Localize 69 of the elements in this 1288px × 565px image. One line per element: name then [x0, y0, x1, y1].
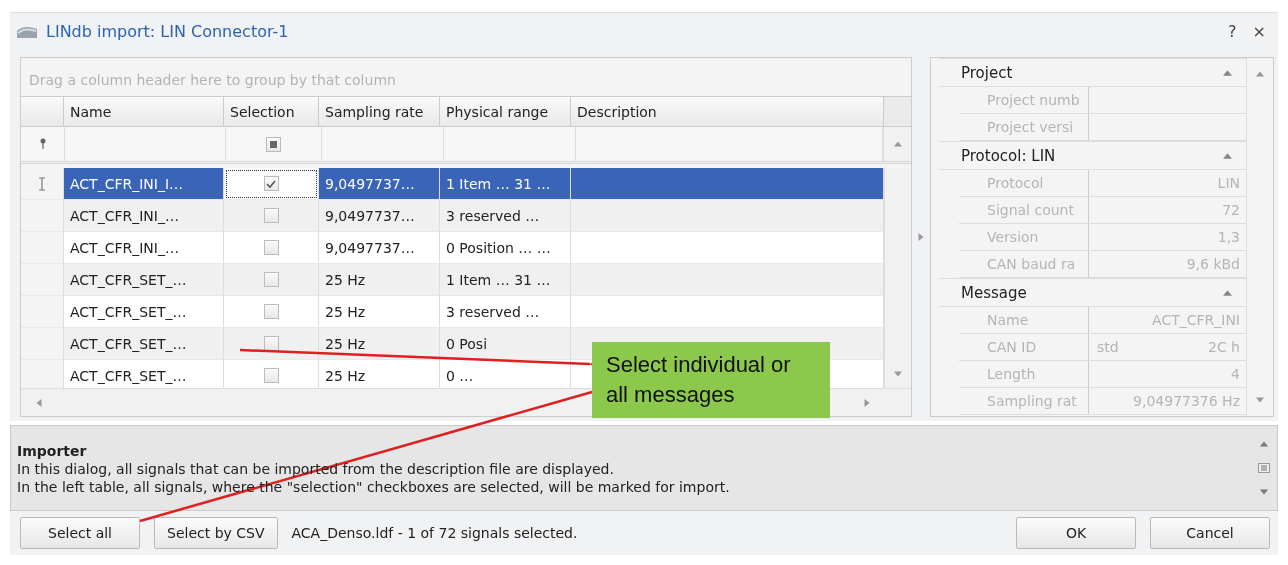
- scroll-down-icon[interactable]: [894, 370, 902, 378]
- scroll-thumb-icon[interactable]: [1258, 463, 1270, 473]
- scroll-down-icon[interactable]: [1256, 396, 1264, 404]
- selection-checkbox[interactable]: [263, 176, 279, 191]
- table-row[interactable]: ACT_CFR_INI_… 9,0497737… 0 Position … …: [21, 232, 884, 264]
- scroll-up-icon[interactable]: [1260, 439, 1268, 448]
- selection-checkbox[interactable]: [263, 240, 279, 255]
- help-button[interactable]: ?: [1224, 21, 1241, 41]
- column-header[interactable]: Name: [64, 97, 224, 127]
- selection-checkbox[interactable]: [263, 208, 279, 223]
- table-cell: ACT_CFR_INI_I…: [64, 168, 224, 200]
- property-label: Sampling rat: [959, 388, 1089, 414]
- selection-checkbox[interactable]: [263, 304, 279, 319]
- filter-checkbox[interactable]: [266, 136, 281, 152]
- group-panel-hint: Drag a column header here to group by that column: [28, 71, 397, 90]
- collapse-icon[interactable]: [1223, 69, 1232, 76]
- description-text: In the left table, all signals, where the "selection" checkboxes are selected, will be marked for import.: [17, 478, 731, 496]
- text-cursor-icon: [38, 176, 46, 191]
- column-header[interactable]: Selection: [224, 97, 319, 127]
- property-value: 2C h: [1208, 339, 1240, 355]
- column-header[interactable]: Description: [571, 97, 884, 127]
- scroll-up-icon[interactable]: [893, 140, 902, 148]
- splitter-arrow-icon[interactable]: [917, 233, 925, 241]
- status-text: ACA_Denso.ldf - 1 of 72 signals selected.: [291, 525, 578, 541]
- property-qualifier: std: [1097, 339, 1119, 355]
- property-label: Length: [959, 361, 1089, 387]
- category-title: Message: [961, 283, 1028, 302]
- scroll-left-icon[interactable]: [35, 398, 43, 407]
- scroll-right-icon[interactable]: [863, 398, 871, 407]
- pin-icon: [38, 138, 47, 150]
- property-label: Version: [959, 224, 1089, 250]
- selection-checkbox[interactable]: [263, 368, 279, 383]
- cancel-button[interactable]: Cancel: [1150, 517, 1270, 549]
- property-label: Protocol: [959, 170, 1089, 196]
- scroll-down-icon[interactable]: [1260, 488, 1268, 497]
- property-label: Name: [959, 307, 1089, 333]
- column-header[interactable]: Sampling rate: [319, 97, 440, 127]
- property-value: 4: [1231, 366, 1240, 382]
- column-header[interactable]: Physical range: [440, 97, 571, 127]
- footer-button[interactable]: Select all: [20, 517, 140, 549]
- selection-checkbox[interactable]: [263, 272, 279, 287]
- collapse-icon[interactable]: [1223, 152, 1232, 159]
- property-value: 9,6 kBd: [1186, 256, 1240, 272]
- property-value: LIN: [1217, 175, 1240, 191]
- property-value: 9,04977376 Hz: [1133, 393, 1240, 409]
- property-label: CAN baud ra: [959, 251, 1089, 277]
- close-button[interactable]: ×: [1248, 21, 1270, 41]
- category-title: Protocol: LIN: [961, 146, 1057, 165]
- table-row[interactable]: ACT_CFR_INI_I… 9,0497737… 1 Item … 31 …: [21, 168, 884, 200]
- table-row[interactable]: ACT_CFR_SET_… 25 Hz 3 reserved …: [21, 296, 884, 328]
- collapse-icon[interactable]: [1223, 289, 1232, 296]
- property-label: Project numb: [959, 87, 1089, 113]
- scroll-up-icon[interactable]: [1256, 70, 1264, 78]
- category-title: Project: [961, 63, 1014, 82]
- description-title: Importer: [17, 442, 88, 460]
- property-label: Project versi: [959, 114, 1089, 140]
- footer-button[interactable]: Select by CSV: [154, 517, 278, 549]
- window-title: LINdb import: LIN Connector-1: [46, 21, 289, 41]
- callout-tooltip: Select individual or all messages: [592, 342, 830, 418]
- table-row[interactable]: ACT_CFR_SET_… 25 Hz 1 Item … 31 …: [21, 264, 884, 296]
- table-cell: 1 Item … 31 …: [440, 168, 571, 200]
- property-value: ACT_CFR_INI: [1152, 312, 1240, 328]
- property-value: 72: [1222, 202, 1240, 218]
- table-row[interactable]: ACT_CFR_INI_… 9,0497737… 3 reserved …: [21, 200, 884, 232]
- property-label: CAN ID: [959, 334, 1089, 360]
- property-label: Signal count: [959, 197, 1089, 223]
- property-value: 1,3: [1217, 229, 1240, 245]
- ok-button[interactable]: OK: [1016, 517, 1136, 549]
- table-cell: 9,0497737…: [319, 168, 440, 200]
